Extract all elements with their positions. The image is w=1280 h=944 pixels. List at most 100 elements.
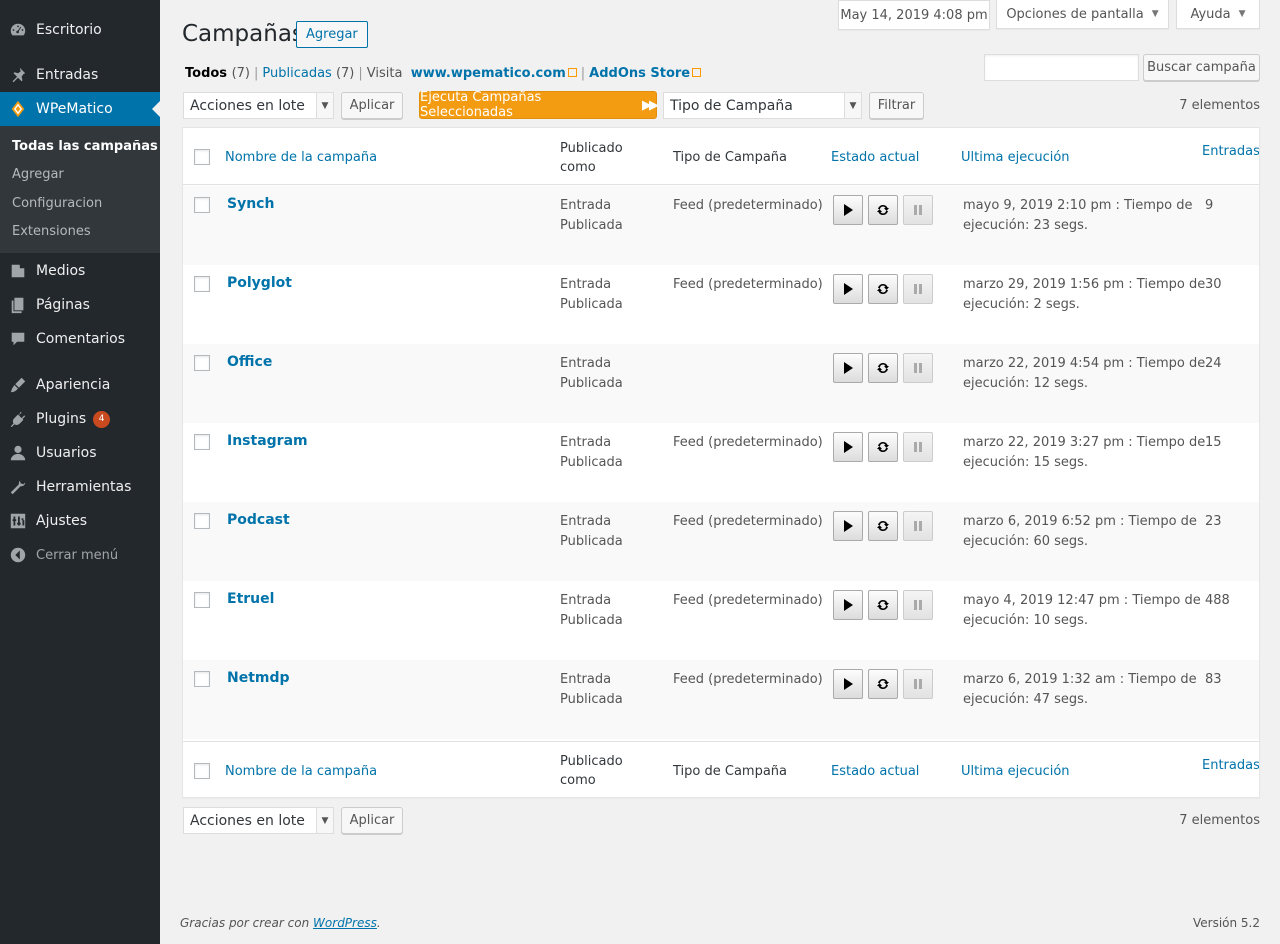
run-campaign-button[interactable] <box>833 274 863 304</box>
pause-campaign-button[interactable] <box>903 195 933 225</box>
published-as-line1: Entrada <box>560 514 612 529</box>
menu-item-paginas[interactable]: Páginas <box>0 288 160 322</box>
addons-store-link[interactable]: AddOns Store <box>589 66 690 81</box>
row-checkbox[interactable] <box>194 671 210 687</box>
wpematico-site-link[interactable]: www.wpematico.com <box>411 66 566 81</box>
pause-campaign-button[interactable] <box>903 274 933 304</box>
column-posts[interactable]: Entradas <box>1202 756 1259 775</box>
pause-campaign-button[interactable] <box>903 590 933 620</box>
wordpress-link[interactable]: WordPress <box>313 916 377 930</box>
submenu-settings[interactable]: Configuracion <box>12 196 102 211</box>
search-campaign-input[interactable] <box>984 54 1139 81</box>
menu-item-comentarios[interactable]: Comentarios <box>0 322 160 356</box>
bulk-actions-select-bottom[interactable]: Acciones en lote ▼ <box>183 807 334 834</box>
view-published[interactable]: Publicadas (7) <box>262 66 354 81</box>
run-campaign-button[interactable] <box>833 511 863 541</box>
posts-count-cell: 23 <box>1205 514 1222 529</box>
menu-item-herramientas[interactable]: Herramientas <box>0 470 160 504</box>
fast-forward-icon: ▶▶ <box>642 97 659 113</box>
run-campaign-button[interactable] <box>833 669 863 699</box>
campaign-title-link[interactable]: Podcast <box>227 512 290 528</box>
screen-options-button[interactable]: Opciones de pantalla ▼ <box>996 0 1169 29</box>
column-posts[interactable]: Entradas <box>1202 142 1259 161</box>
items-count-top: 7 elementos <box>1179 98 1260 113</box>
menu-item-medios[interactable]: Medios <box>0 254 160 288</box>
submenu-all-campaigns[interactable]: Todas las campañas <box>12 139 158 154</box>
bulk-actions-select-top[interactable]: Acciones en lote ▼ <box>183 92 334 119</box>
last-run-line1: marzo 22, 2019 3:27 pm : Tiempo de <box>963 435 1206 450</box>
row-checkbox[interactable] <box>194 355 210 371</box>
column-status[interactable]: Estado actual <box>831 148 919 167</box>
add-new-button[interactable]: Agregar <box>296 21 368 48</box>
campaign-title-link[interactable]: Netmdp <box>227 670 290 686</box>
campaign-title-link[interactable]: Polyglot <box>227 275 292 291</box>
help-label: Ayuda <box>1190 6 1231 22</box>
menu-label: WPeMatico <box>36 101 113 117</box>
reset-campaign-button[interactable] <box>868 274 898 304</box>
apply-button-bottom[interactable]: Aplicar <box>341 807 403 834</box>
row-checkbox[interactable] <box>194 513 210 529</box>
reset-campaign-button[interactable] <box>868 353 898 383</box>
published-as-line1: Entrada <box>560 435 612 450</box>
search-campaign-button[interactable]: Buscar campaña <box>1143 54 1260 81</box>
published-as-line2: Publicada <box>560 533 623 549</box>
reset-campaign-button[interactable] <box>868 590 898 620</box>
menu-item-ajustes[interactable]: Ajustes <box>0 504 160 538</box>
submenu-extensions[interactable]: Extensiones <box>12 224 91 239</box>
column-name[interactable]: Nombre de la campaña <box>225 762 377 781</box>
campaign-title-link[interactable]: Office <box>227 354 272 370</box>
collapse-menu-button[interactable]: Cerrar menú <box>0 538 160 572</box>
status-views: Todos (7) | Publicadas (7) | Visita www.wpem… <box>185 66 702 81</box>
row-checkbox[interactable] <box>194 434 210 450</box>
menu-item-plugins[interactable]: Plugins 4 <box>0 402 160 436</box>
run-selected-campaigns-button[interactable]: Ejecuta Campañas Seleccionadas ▶▶ <box>419 90 659 120</box>
menu-item-usuarios[interactable]: Usuarios <box>0 436 160 470</box>
wpematico-logo-icon <box>0 100 36 118</box>
published-as-line2: Publicada <box>560 612 623 628</box>
run-campaign-button[interactable] <box>833 590 863 620</box>
campaign-type-cell: Feed (predeterminado) <box>673 672 823 687</box>
reset-campaign-button[interactable] <box>868 511 898 541</box>
reset-campaign-button[interactable] <box>868 669 898 699</box>
pause-icon <box>911 598 925 612</box>
row-checkbox[interactable] <box>194 276 210 292</box>
select-all-checkbox[interactable] <box>194 149 210 165</box>
row-checkbox[interactable] <box>194 197 210 213</box>
campaign-title-link[interactable]: Instagram <box>227 433 308 449</box>
menu-item-wpematico[interactable]: WPeMatico <box>0 92 160 126</box>
menu-label: Entradas <box>36 67 99 83</box>
select-all-checkbox-footer[interactable] <box>194 763 210 779</box>
pause-campaign-button[interactable] <box>903 669 933 699</box>
campaign-type-cell: Feed (predeterminado) <box>673 514 823 529</box>
reset-campaign-button[interactable] <box>868 432 898 462</box>
menu-label: Páginas <box>36 297 90 313</box>
run-campaign-button[interactable] <box>833 195 863 225</box>
run-campaign-button[interactable] <box>833 432 863 462</box>
column-last-run[interactable]: Ultima ejecución <box>961 762 1070 781</box>
filter-button[interactable]: Filtrar <box>869 92 924 119</box>
column-status[interactable]: Estado actual <box>831 762 919 781</box>
pause-campaign-button[interactable] <box>903 353 933 383</box>
reset-campaign-button[interactable] <box>868 195 898 225</box>
menu-item-entradas[interactable]: Entradas <box>0 58 160 92</box>
column-last-run[interactable]: Ultima ejecución <box>961 148 1070 167</box>
menu-item-escritorio[interactable]: Escritorio <box>0 13 160 47</box>
campaign-type-select[interactable]: Tipo de Campaña ▼ <box>663 92 862 119</box>
run-campaign-button[interactable] <box>833 353 863 383</box>
submenu-add[interactable]: Agregar <box>12 167 64 182</box>
campaign-title-link[interactable]: Synch <box>227 196 274 212</box>
help-button[interactable]: Ayuda ▼ <box>1176 0 1260 29</box>
row-checkbox[interactable] <box>194 592 210 608</box>
campaign-title-link[interactable]: Etruel <box>227 591 274 607</box>
wp-version: Versión 5.2 <box>1192 916 1260 930</box>
last-run-cell: marzo 22, 2019 4:54 pm : Tiempo de ejecuc… <box>963 354 1205 393</box>
menu-item-apariencia[interactable]: Apariencia <box>0 368 160 402</box>
apply-button-top[interactable]: Aplicar <box>341 92 403 119</box>
pause-icon <box>911 677 925 691</box>
pause-campaign-button[interactable] <box>903 511 933 541</box>
last-run-line2: ejecución: 60 segs. <box>963 533 1089 549</box>
pause-campaign-button[interactable] <box>903 432 933 462</box>
column-name[interactable]: Nombre de la campaña <box>225 148 377 167</box>
view-all[interactable]: Todos (7) <box>185 66 250 81</box>
column-published-as: Publicado como <box>560 139 623 177</box>
